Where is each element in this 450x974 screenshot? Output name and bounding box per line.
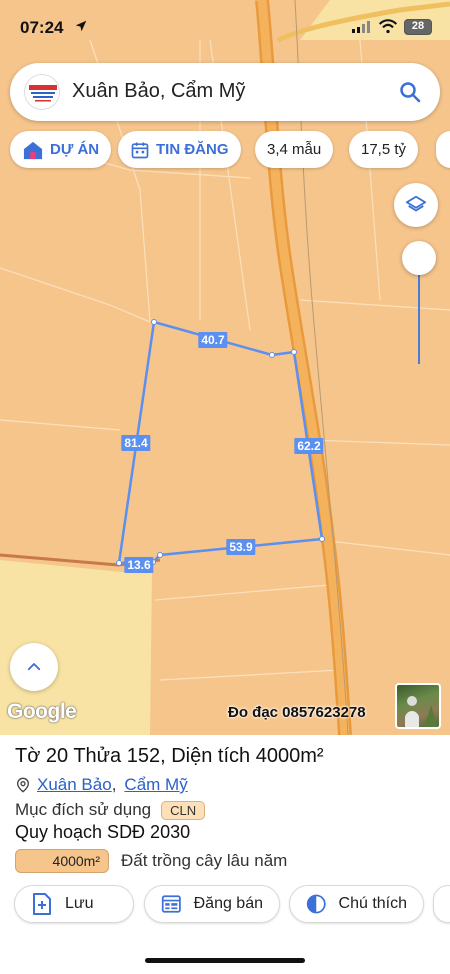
- address-link-commune[interactable]: Xuân Bảo: [37, 775, 112, 795]
- opacity-slider-track[interactable]: [418, 262, 420, 364]
- legend-button[interactable]: Chú thích: [289, 885, 424, 923]
- expand-panel-button[interactable]: [10, 643, 58, 691]
- google-logo: Google: [7, 700, 77, 723]
- chip-label: DỰ ÁN: [50, 141, 100, 158]
- legend-icon: [306, 894, 326, 914]
- more-actions-button[interactable]: [433, 885, 450, 923]
- save-button[interactable]: Lưu: [14, 885, 134, 923]
- status-bar: 07:24 28: [0, 0, 450, 54]
- parcel-photo-thumbnail[interactable]: [395, 683, 441, 729]
- chip-tin-dang[interactable]: TIN ĐĂNG: [118, 131, 241, 168]
- filter-chips: DỰ ÁN TIN ĐĂNG 3,4 mẫu 17,5 tỷ: [10, 131, 450, 169]
- parcel-address: Xuân Bảo , Cẩm Mỹ: [15, 775, 188, 795]
- home-icon: [23, 141, 43, 159]
- area-description: Đất trồng cây lâu năm: [121, 851, 288, 870]
- layers-icon: [405, 195, 427, 212]
- purpose-label: Mục đích sử dụng: [15, 800, 152, 819]
- wifi-icon: [378, 19, 398, 34]
- save-label: Lưu: [65, 895, 94, 912]
- listing-icon: [161, 895, 181, 913]
- clock: 07:24: [20, 18, 64, 37]
- chip-label: TIN ĐĂNG: [156, 141, 229, 158]
- opacity-slider-handle[interactable]: [402, 241, 436, 275]
- search-bar[interactable]: Xuân Bảo, Cẩm Mỹ: [10, 63, 440, 121]
- edge-length-label: 62.2: [294, 438, 324, 454]
- chip-more[interactable]: [436, 131, 450, 168]
- cellular-signal-icon: [352, 21, 370, 33]
- location-pin-icon: [16, 777, 30, 793]
- chip-label: 17,5 tỷ: [361, 141, 407, 158]
- edge-length-label: 13.6: [124, 557, 154, 573]
- add-document-icon: [33, 893, 51, 915]
- layers-button[interactable]: [394, 183, 438, 227]
- land-use-purpose: Mục đích sử dụng CLN: [15, 800, 206, 820]
- edge-length-label: 40.7: [198, 332, 228, 348]
- location-arrow-icon: [75, 20, 87, 32]
- search-input[interactable]: Xuân Bảo, Cẩm Mỹ: [72, 80, 245, 103]
- post-for-sale-label: Đăng bán: [193, 895, 263, 912]
- area-badge: 4000m²: [15, 849, 109, 873]
- person-photo-icon: [405, 696, 438, 727]
- address-separator: ,: [111, 775, 117, 794]
- search-icon[interactable]: [398, 80, 422, 104]
- chip-label: 3,4 mẫu: [267, 141, 322, 158]
- plan-label: Quy hoạch SDĐ 2030: [15, 822, 191, 842]
- battery-indicator: 28: [404, 19, 432, 35]
- parcel-info-panel: Tờ 20 Thửa 152, Diện tích 4000m² Xuân Bả…: [0, 735, 450, 974]
- parcel-title: Tờ 20 Thửa 152, Diện tích 4000m²: [15, 745, 324, 767]
- plan-area-row: 4000m² Đất trồng cây lâu năm: [15, 849, 287, 873]
- chip-area[interactable]: 3,4 mẫu: [255, 131, 334, 168]
- chip-du-an[interactable]: DỰ ÁN: [10, 131, 112, 168]
- edge-length-label: 81.4: [121, 435, 151, 451]
- chip-price[interactable]: 17,5 tỷ: [349, 131, 419, 168]
- address-link-district[interactable]: Cẩm Mỹ: [124, 775, 187, 795]
- app-logo: [24, 74, 60, 110]
- contact-text: Đo đạc 0857623278: [228, 704, 366, 721]
- legend-label: Chú thích: [338, 895, 407, 912]
- purpose-code-badge: CLN: [161, 800, 206, 820]
- edge-length-label: 53.9: [226, 539, 256, 555]
- post-for-sale-button[interactable]: Đăng bán: [144, 885, 280, 923]
- chevron-up-icon: [27, 663, 41, 671]
- home-indicator: [145, 958, 305, 963]
- calendar-icon: [131, 142, 149, 158]
